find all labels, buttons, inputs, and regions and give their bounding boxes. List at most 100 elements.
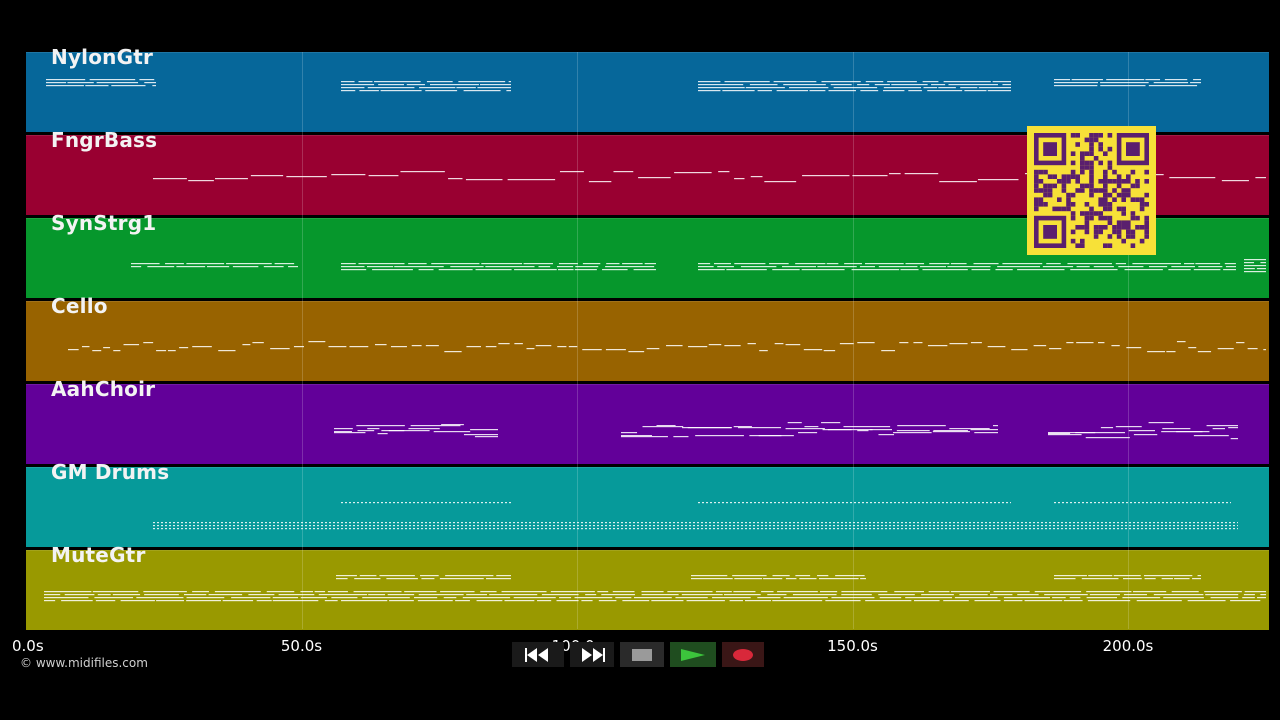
- note-mark: [293, 522, 295, 524]
- note-mark: [265, 522, 267, 524]
- note-mark: [985, 522, 987, 524]
- note-mark: [698, 84, 744, 86]
- note-mark: [433, 522, 435, 524]
- note-mark: [1001, 525, 1003, 527]
- note-mark: [44, 594, 61, 596]
- note-mark: [941, 522, 943, 524]
- play-button[interactable]: [670, 642, 716, 667]
- note-mark: [774, 343, 784, 345]
- note-mark: [1149, 528, 1151, 530]
- note-mark: [521, 528, 523, 530]
- note-mark: [906, 502, 908, 504]
- note-mark: [633, 269, 656, 271]
- note-mark: [597, 522, 599, 524]
- note-mark: [1049, 528, 1051, 530]
- note-mark: [1197, 528, 1199, 530]
- note-mark: [1053, 525, 1055, 527]
- note-mark: [1185, 528, 1187, 530]
- note-mark: [953, 525, 955, 527]
- note-mark: [325, 528, 327, 530]
- note-mark: [1210, 597, 1239, 599]
- rewind-button[interactable]: [512, 642, 564, 667]
- note-mark: [377, 525, 379, 527]
- note-mark: [737, 525, 739, 527]
- note-mark: [406, 84, 425, 86]
- note-mark: [167, 350, 176, 352]
- note-mark: [749, 522, 751, 524]
- note-mark: [569, 522, 571, 524]
- note-mark: [401, 528, 403, 530]
- note-mark: [95, 600, 116, 602]
- note-mark: [1129, 525, 1131, 527]
- note-mark: [317, 525, 319, 527]
- note-mark: [958, 502, 960, 504]
- note-mark: [433, 528, 435, 530]
- note-mark: [345, 528, 347, 530]
- note-mark: [637, 528, 639, 530]
- note-mark: [1017, 525, 1019, 527]
- stop-button[interactable]: [620, 642, 664, 667]
- note-mark: [829, 528, 831, 530]
- note-mark: [1197, 525, 1199, 527]
- note-mark: [833, 87, 878, 89]
- fast-forward-button[interactable]: [570, 642, 614, 667]
- note-mark: [46, 79, 86, 81]
- note-mark: [905, 528, 907, 530]
- note-mark: [877, 528, 879, 530]
- note-mark: [466, 346, 481, 348]
- note-mark: [1002, 84, 1011, 86]
- note-mark: [749, 525, 751, 527]
- note-mark: [852, 175, 888, 177]
- note-mark: [1009, 528, 1011, 530]
- note-mark: [217, 522, 219, 524]
- note-mark: [397, 522, 399, 524]
- note-mark: [1005, 528, 1007, 530]
- note-mark: [817, 266, 857, 268]
- note-mark: [193, 525, 195, 527]
- note-mark: [949, 522, 951, 524]
- note-mark: [120, 600, 155, 602]
- note-mark: [245, 528, 247, 530]
- note-mark: [373, 522, 375, 524]
- note-mark: [905, 597, 953, 599]
- note-mark: [782, 266, 816, 268]
- note-mark: [103, 347, 111, 349]
- note-mark: [473, 522, 475, 524]
- note-mark: [601, 594, 635, 596]
- note-mark: [374, 344, 387, 346]
- note-mark: [766, 502, 768, 504]
- note-mark: [1042, 266, 1074, 268]
- note-mark: [857, 342, 875, 344]
- note-mark: [581, 525, 583, 527]
- note-mark: [249, 522, 251, 524]
- note-mark: [729, 528, 731, 530]
- note-mark: [420, 575, 439, 577]
- note-mark: [701, 525, 703, 527]
- note-mark: [297, 522, 299, 524]
- note-mark: [414, 597, 438, 599]
- note-mark: [341, 522, 343, 524]
- note-mark: [188, 180, 214, 182]
- note-mark: [933, 522, 935, 524]
- note-mark: [1013, 525, 1015, 527]
- note-mark: [535, 345, 552, 347]
- note-mark: [201, 528, 203, 530]
- note-mark: [1029, 525, 1031, 527]
- note-mark: [612, 591, 635, 593]
- note-mark: [849, 525, 851, 527]
- note-mark: [757, 597, 781, 599]
- note-mark: [1033, 528, 1035, 530]
- note-mark: [1165, 525, 1167, 527]
- note-mark: [939, 181, 977, 183]
- note-mark: [473, 502, 475, 504]
- note-mark: [229, 522, 231, 524]
- note-mark: [485, 522, 487, 524]
- note-mark: [1025, 525, 1027, 527]
- note-mark: [461, 502, 463, 504]
- note-mark: [425, 90, 458, 92]
- note-mark: [829, 525, 831, 527]
- record-button[interactable]: [722, 642, 764, 667]
- note-mark: [1141, 525, 1143, 527]
- note-mark: [341, 266, 365, 268]
- note-mark: [874, 84, 890, 86]
